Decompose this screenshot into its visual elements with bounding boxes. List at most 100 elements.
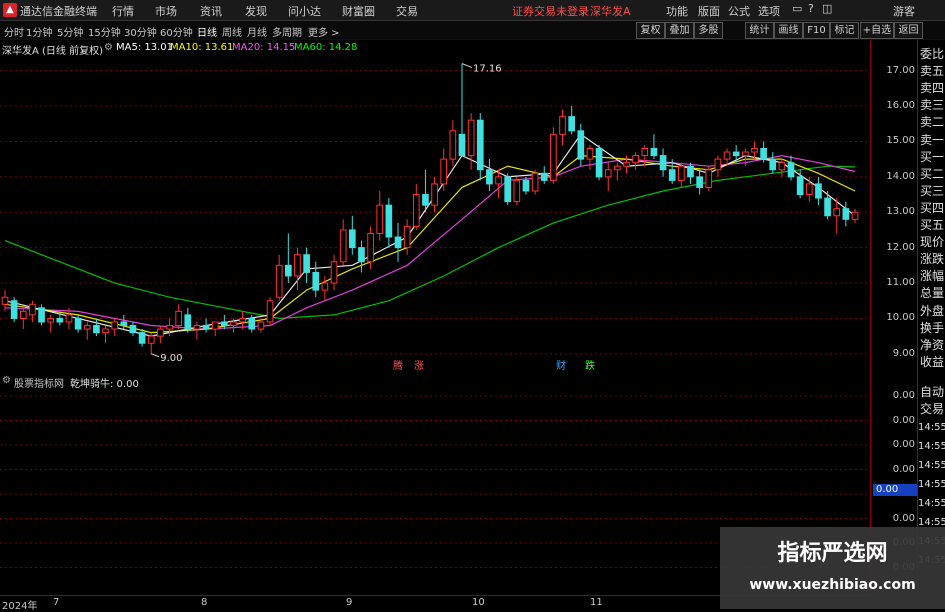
candle-body[interactable] — [714, 158, 722, 171]
candle-body[interactable] — [285, 264, 292, 277]
candle-body[interactable] — [412, 194, 420, 227]
candle-body[interactable] — [111, 321, 119, 330]
candle-body[interactable] — [294, 254, 301, 277]
candle-body[interactable] — [668, 169, 676, 181]
candle-body[interactable] — [641, 148, 649, 157]
indicator-settings-icon[interactable]: ⚙ — [2, 375, 11, 386]
candle-body[interactable] — [805, 183, 813, 196]
candle-body[interactable] — [257, 321, 265, 330]
candle-body[interactable] — [842, 208, 850, 220]
settings-icon[interactable]: ⚙ — [104, 42, 113, 53]
candle-body[interactable] — [275, 264, 283, 298]
candle-body[interactable] — [166, 325, 173, 330]
candle-body[interactable] — [586, 148, 594, 160]
multi-stock-button[interactable]: 多股 — [694, 22, 723, 39]
quote-field-label[interactable]: 卖二 — [920, 114, 944, 130]
candle-body[interactable] — [815, 183, 822, 199]
menu-discover[interactable]: 发现 — [245, 3, 267, 19]
candle-body[interactable] — [604, 169, 612, 178]
candle-body[interactable] — [851, 211, 859, 220]
add-watchlist-button[interactable]: +自选 — [860, 22, 894, 39]
candle-body[interactable] — [732, 151, 740, 157]
candle-body[interactable] — [650, 148, 658, 157]
candlestick-chart[interactable]: 17.16 9.00 腾涨 财 跌 — [0, 56, 870, 372]
candle-body[interactable] — [486, 169, 493, 185]
candle-body[interactable] — [577, 130, 585, 160]
candle-body[interactable] — [422, 194, 429, 206]
menu-ask[interactable]: 问小达 — [288, 3, 321, 19]
candle-body[interactable] — [458, 133, 466, 157]
window-icon[interactable]: ◫ — [822, 2, 832, 15]
period-5min[interactable]: 5分钟 — [57, 24, 83, 39]
candle-body[interactable] — [202, 325, 210, 330]
draw-button[interactable]: 画线 — [774, 22, 803, 39]
candle-body[interactable] — [632, 155, 639, 164]
period-monthly[interactable]: 月线 — [247, 24, 267, 39]
candle-body[interactable] — [513, 179, 521, 203]
candle-body[interactable] — [833, 208, 841, 217]
candle-body[interactable] — [147, 335, 155, 344]
candle-body[interactable] — [385, 204, 393, 238]
candle-body[interactable] — [623, 162, 630, 167]
event-marker[interactable]: 财 — [556, 359, 566, 372]
candle-body[interactable] — [239, 317, 246, 323]
candle-body[interactable] — [659, 155, 667, 171]
candle-body[interactable] — [367, 232, 374, 263]
candle-body[interactable] — [29, 303, 36, 316]
candle-body[interactable] — [376, 204, 384, 234]
quote-field-label[interactable]: 涨幅 — [920, 268, 944, 284]
event-marker[interactable]: 跌 — [585, 359, 595, 372]
candle-body[interactable] — [74, 317, 82, 330]
candle-body[interactable] — [495, 176, 502, 185]
candle-body[interactable] — [678, 165, 685, 181]
candle-body[interactable] — [248, 317, 256, 330]
candle-body[interactable] — [138, 332, 146, 344]
overlay-button[interactable]: 叠加 — [665, 22, 694, 39]
candle-body[interactable] — [522, 179, 530, 192]
candle-body[interactable] — [531, 172, 539, 192]
period-daily[interactable]: 日线 — [197, 24, 217, 39]
minimize-icon[interactable]: ▭ — [792, 2, 802, 15]
quote-field-label[interactable]: 买一 — [920, 149, 944, 165]
candle-body[interactable] — [559, 116, 566, 135]
quote-field-label[interactable]: 卖三 — [920, 97, 944, 113]
guest-label[interactable]: 游客 — [893, 3, 915, 19]
candle-body[interactable] — [102, 328, 109, 334]
candle-body[interactable] — [157, 328, 164, 337]
candle-body[interactable] — [614, 165, 621, 171]
candle-body[interactable] — [440, 158, 448, 185]
candle-body[interactable] — [723, 151, 731, 160]
quote-field-label[interactable]: 卖五 — [920, 63, 944, 79]
quote-field-label[interactable]: 总量 — [920, 285, 944, 301]
quote-field-label[interactable]: 买五 — [920, 217, 944, 233]
period-more[interactable]: 更多 > — [308, 24, 340, 39]
quote-field-label[interactable]: 换手 — [920, 320, 944, 336]
candle-body[interactable] — [769, 158, 777, 171]
auto-trade-label[interactable]: 自动 — [920, 384, 944, 400]
period-multi[interactable]: 多周期 — [272, 24, 302, 39]
candle-body[interactable] — [330, 261, 338, 284]
candle-body[interactable] — [321, 282, 329, 291]
candle-body[interactable] — [741, 151, 749, 157]
quote-field-label[interactable]: 涨跌 — [920, 251, 944, 267]
candle-body[interactable] — [184, 314, 192, 330]
quote-field-label[interactable]: 卖四 — [920, 80, 944, 96]
f10-button[interactable]: F10 — [803, 22, 830, 39]
candle-body[interactable] — [193, 325, 201, 330]
menu-options[interactable]: 选项 — [758, 3, 780, 19]
quote-field-label[interactable]: 委比 — [920, 46, 944, 62]
menu-formula[interactable]: 公式 — [728, 3, 750, 19]
candle-body[interactable] — [93, 325, 100, 334]
candle-body[interactable] — [10, 300, 18, 319]
quote-field-label[interactable]: 卖一 — [920, 132, 944, 148]
menu-trade[interactable]: 交易 — [396, 3, 418, 19]
period-1min[interactable]: 1分钟 — [26, 24, 52, 39]
candle-body[interactable] — [358, 247, 365, 263]
candle-body[interactable] — [568, 116, 575, 132]
period-30min[interactable]: 30分钟 — [124, 24, 157, 39]
back-button[interactable]: 返回 — [894, 22, 923, 39]
event-marker[interactable]: 腾 — [393, 359, 403, 372]
auto-trade-label[interactable]: 交易 — [920, 401, 944, 417]
menu-function[interactable]: 功能 — [666, 3, 688, 19]
candle-body[interactable] — [120, 321, 128, 327]
